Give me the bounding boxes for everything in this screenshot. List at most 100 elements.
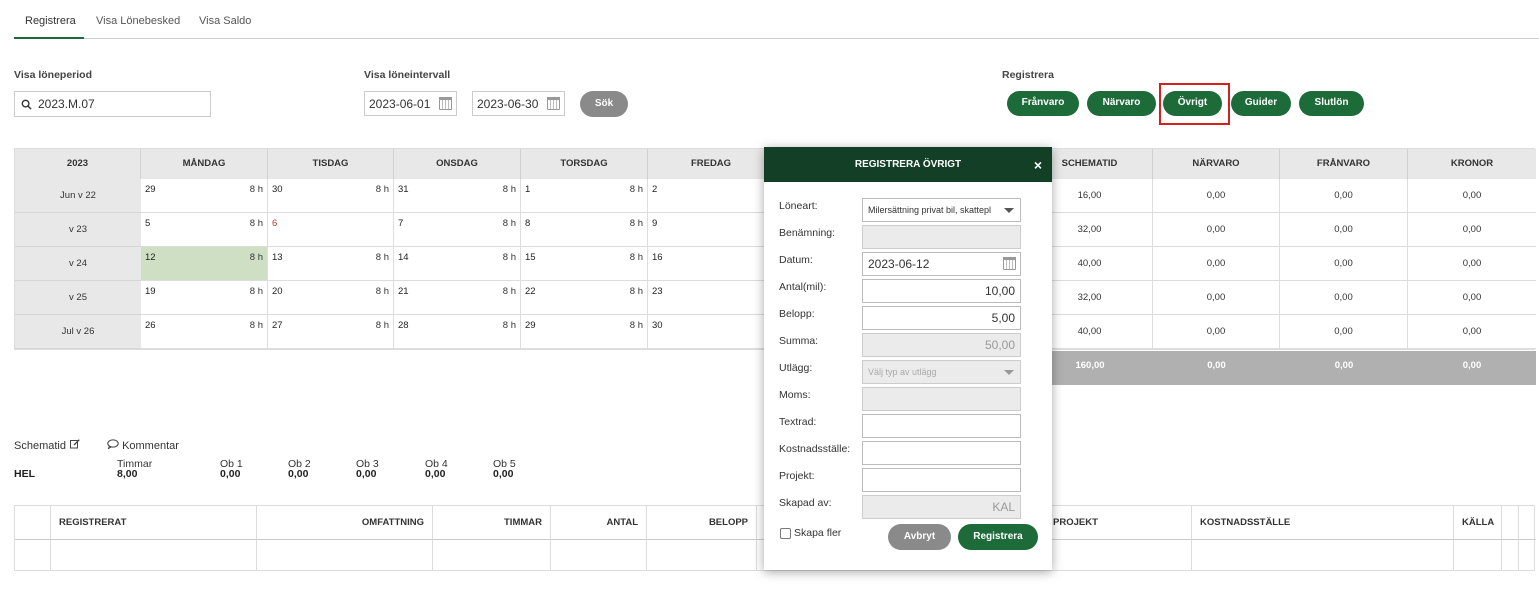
- day-cell[interactable]: 19 8 h: [141, 281, 268, 315]
- col-timmar[interactable]: TIMMAR: [433, 506, 551, 540]
- datum-field[interactable]: 2023-06-12: [862, 252, 1021, 276]
- period-input[interactable]: 2023.M.07: [14, 91, 211, 117]
- day-cell[interactable]: 31 8 h: [394, 179, 521, 213]
- totals-row: 160,00 0,00 0,00 0,00: [1027, 351, 1536, 385]
- skapa-fler-checkbox[interactable]: [780, 528, 791, 539]
- date-from-input[interactable]: 2023-06-01: [364, 91, 457, 116]
- day-cell[interactable]: 308: [648, 315, 775, 349]
- day-cell[interactable]: 29 8 h: [141, 179, 268, 213]
- day-cell[interactable]: 20 8 h: [268, 281, 394, 315]
- day-cell[interactable]: 28: [648, 179, 775, 213]
- cancel-button[interactable]: Avbryt: [888, 524, 951, 550]
- summary-cell: 0,00: [1280, 315, 1408, 349]
- col-projekt[interactable]: PROJEKT: [1045, 506, 1192, 540]
- calendar-icon[interactable]: [439, 97, 452, 110]
- table-cell: [433, 540, 551, 571]
- col-kostnadsstalle[interactable]: KOSTNADSSTÄLLE: [1192, 506, 1454, 540]
- summary-cell: 0,00: [1280, 179, 1408, 213]
- date-from-value: 2023-06-01: [369, 97, 431, 111]
- antal-field[interactable]: 10,00: [862, 279, 1021, 303]
- week-label: Jun v 22: [15, 179, 141, 213]
- col-registrerat[interactable]: REGISTRERAT: [51, 506, 257, 540]
- day-number: 27: [272, 320, 283, 331]
- textrad-field[interactable]: [862, 414, 1021, 438]
- tab-registrera[interactable]: Registrera: [25, 15, 76, 27]
- table-cell: [15, 540, 51, 571]
- day-cell[interactable]: 26 8 h: [141, 315, 268, 349]
- day-cell[interactable]: 27 8 h: [268, 315, 394, 349]
- tab-visa-saldo[interactable]: Visa Saldo: [199, 15, 251, 27]
- registrera-submit-button[interactable]: Registrera: [958, 524, 1038, 550]
- day-cell[interactable]: 29 8 h: [521, 315, 648, 349]
- day-cell[interactable]: 98: [648, 213, 775, 247]
- ob2-value: 0,00: [288, 468, 309, 480]
- skapad-av-field: KAL: [862, 495, 1021, 519]
- day-number: 20: [272, 286, 283, 297]
- day-number: 6: [272, 218, 278, 229]
- day-cell[interactable]: 6: [268, 213, 394, 247]
- summary-cell: 0,00: [1153, 281, 1280, 315]
- kostnadsstalle-field[interactable]: [862, 441, 1021, 465]
- week-label: v 23: [15, 213, 141, 247]
- day-cell[interactable]: 5 8 h: [141, 213, 268, 247]
- day-cell[interactable]: 1 8 h: [521, 179, 648, 213]
- day-cell[interactable]: 30 8 h: [268, 179, 394, 213]
- day-cell[interactable]: 168: [648, 247, 775, 281]
- day-cell[interactable]: 13 8 h: [268, 247, 394, 281]
- guider-button[interactable]: Guider: [1231, 91, 1291, 116]
- table-cell: [647, 540, 757, 571]
- col-antal[interactable]: ANTAL: [551, 506, 647, 540]
- day-cell[interactable]: 7 8 h: [394, 213, 521, 247]
- kommentar-label: Kommentar: [122, 440, 179, 452]
- day-number: 1: [525, 184, 531, 195]
- slutlon-button[interactable]: Slutlön: [1299, 91, 1364, 116]
- benamning-field: [862, 225, 1021, 249]
- schematid-link[interactable]: Schematid: [14, 439, 80, 452]
- col-belopp[interactable]: BELOPP: [647, 506, 757, 540]
- franvaro-button[interactable]: Frånvaro: [1007, 91, 1079, 116]
- calendar-icon[interactable]: [547, 97, 560, 110]
- header-wednesday: ONSDAG: [394, 149, 521, 179]
- calendar-icon[interactable]: [1003, 257, 1016, 270]
- dialog-header: REGISTRERA ÖVRIGT ×: [764, 147, 1052, 182]
- day-cell[interactable]: 21 8 h: [394, 281, 521, 315]
- skapa-fler-label: Skapa fler: [794, 527, 842, 539]
- day-number: 21: [398, 286, 409, 297]
- close-icon[interactable]: ×: [1034, 147, 1042, 184]
- belopp-field[interactable]: 5,00: [862, 306, 1021, 330]
- day-number: 30: [652, 320, 663, 331]
- day-cell[interactable]: 23: [648, 281, 775, 315]
- loneart-select[interactable]: Milersättning privat bil, skattepl: [862, 198, 1021, 222]
- table-cell: [1045, 540, 1192, 571]
- day-cell[interactable]: 14 8 h: [394, 247, 521, 281]
- col-extra-2: [1519, 506, 1536, 540]
- day-number: 29: [525, 320, 536, 331]
- datum-value: 2023-06-12: [868, 257, 930, 271]
- summary-cell: 0,00: [1408, 247, 1536, 281]
- search-button[interactable]: Sök: [580, 91, 628, 117]
- col-omfattning[interactable]: OMFATTNING: [257, 506, 433, 540]
- day-cell[interactable]: 8 8 h: [521, 213, 648, 247]
- day-cell[interactable]: 15 8 h: [521, 247, 648, 281]
- day-hours: 8 h: [375, 252, 389, 263]
- day-number: 8: [525, 218, 531, 229]
- day-number: 23: [652, 286, 663, 297]
- day-cell[interactable]: 22 8 h: [521, 281, 648, 315]
- date-to-input[interactable]: 2023-06-30: [472, 91, 565, 116]
- narvaro-button[interactable]: Närvaro: [1087, 91, 1156, 116]
- projekt-field[interactable]: [862, 468, 1021, 492]
- day-cell[interactable]: 28 8 h: [394, 315, 521, 349]
- day-number: 2: [652, 184, 658, 195]
- day-number: 19: [145, 286, 156, 297]
- summa-field: 50,00: [862, 333, 1021, 357]
- tab-visa-lonebesked[interactable]: Visa Lönebesked: [96, 15, 180, 27]
- register-label: Registrera: [1002, 69, 1054, 81]
- day-number: 5: [145, 218, 151, 229]
- ob3-value: 0,00: [356, 468, 377, 480]
- day-cell[interactable]: 12 8 h: [141, 247, 268, 281]
- highlight-box: [1159, 83, 1230, 125]
- timmar-value: 8,00: [117, 468, 138, 480]
- kommentar-link[interactable]: Kommentar: [107, 439, 179, 452]
- col-kalla[interactable]: KÄLLA: [1454, 506, 1502, 540]
- utlagg-label: Utlägg:: [779, 362, 813, 374]
